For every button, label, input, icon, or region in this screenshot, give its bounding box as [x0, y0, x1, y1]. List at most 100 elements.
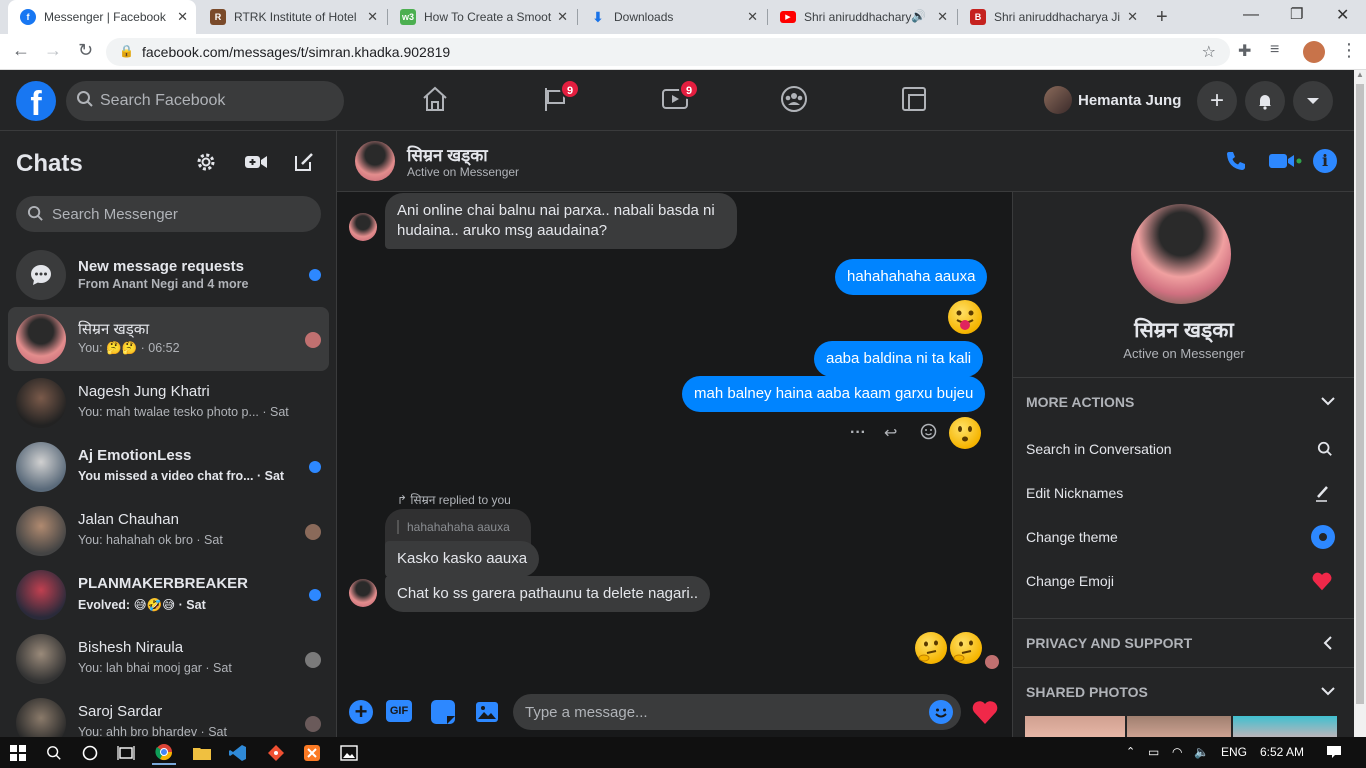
scroll-up-arrow[interactable]: ▲: [1356, 70, 1364, 80]
cortana-icon[interactable]: [78, 741, 102, 765]
phone-call-icon[interactable]: [1225, 150, 1247, 177]
account-menu-button[interactable]: [1293, 81, 1333, 121]
profile-avatar[interactable]: [1303, 41, 1325, 63]
change-theme[interactable]: Change theme: [1013, 515, 1354, 559]
video-call-icon[interactable]: [1268, 152, 1302, 175]
video-call-icon[interactable]: [244, 151, 267, 173]
media-control-icon[interactable]: ≡: [1270, 41, 1279, 59]
react-emoji-icon[interactable]: [920, 423, 937, 445]
task-view-icon[interactable]: [114, 741, 138, 765]
tab-messenger[interactable]: f Messenger | Facebook ✕: [8, 0, 196, 34]
search-facebook-input[interactable]: Search Facebook: [66, 81, 344, 121]
back-icon[interactable]: ←: [12, 40, 30, 61]
tab-aniruddhacharya[interactable]: B Shri aniruddhacharya Ji ✕: [958, 0, 1146, 34]
battery-icon[interactable]: ▭: [1148, 745, 1159, 759]
close-tab-icon[interactable]: ✕: [177, 9, 188, 25]
minimize-icon[interactable]: —: [1243, 6, 1259, 24]
close-tab-icon[interactable]: ✕: [367, 9, 378, 25]
chat-row-bishesh[interactable]: Bishesh Niraula You: lah bhai mooj gar ·…: [8, 627, 329, 691]
chat-row-jalan[interactable]: Jalan Chauhan You: hahahah ok bro · Sat: [8, 499, 329, 563]
windows-start-icon[interactable]: [6, 741, 30, 765]
emoji-picker-icon[interactable]: [929, 700, 953, 724]
git-icon[interactable]: [264, 741, 288, 765]
search-in-conversation[interactable]: Search in Conversation: [1013, 427, 1354, 471]
vscode-icon[interactable]: [226, 741, 250, 765]
address-bar[interactable]: 🔒 facebook.com/messages/t/simran.khadka.…: [106, 38, 1230, 66]
close-tab-icon[interactable]: ✕: [937, 9, 948, 25]
notifications-button[interactable]: [1245, 81, 1285, 121]
gif-icon[interactable]: GIF: [386, 700, 412, 722]
reload-icon[interactable]: ↻: [78, 40, 93, 61]
sticker-icon[interactable]: [431, 700, 455, 724]
speaker-icon[interactable]: 🔊: [911, 9, 926, 23]
create-button[interactable]: +: [1197, 81, 1237, 121]
close-tab-icon[interactable]: ✕: [557, 9, 568, 25]
user-name[interactable]: Hemanta Jung: [1078, 92, 1181, 109]
tab-downloads[interactable]: ⬇ Downloads ✕: [578, 0, 766, 34]
xampp-icon[interactable]: [300, 741, 324, 765]
privacy-support-header[interactable]: PRIVACY AND SUPPORT: [1013, 621, 1354, 665]
outgoing-message[interactable]: hahahahaha aauxa: [835, 259, 988, 295]
edit-nicknames[interactable]: Edit Nicknames: [1013, 471, 1354, 515]
contact-profile-photo[interactable]: [1131, 204, 1231, 304]
search-messenger-input[interactable]: Search Messenger: [16, 196, 321, 232]
more-actions-plus-icon[interactable]: +: [349, 700, 373, 724]
info-icon[interactable]: i: [1313, 149, 1337, 173]
outgoing-message[interactable]: mah balney haina aaba kaam garxu bujeu: [682, 376, 986, 412]
tab-rtrk[interactable]: R RTRK Institute of Hotel ✕: [198, 0, 386, 34]
thinking-emoji[interactable]: [915, 632, 947, 664]
outgoing-message[interactable]: aaba baldina ni ta kali: [814, 341, 984, 377]
forward-icon[interactable]: →: [44, 40, 62, 61]
notifications-icon[interactable]: [1326, 745, 1342, 762]
photos-icon[interactable]: [337, 741, 361, 765]
close-window-icon[interactable]: ✕: [1336, 5, 1349, 25]
chat-row-aj[interactable]: Aj EmotionLess You missed a video chat f…: [8, 435, 329, 499]
tongue-emoji[interactable]: [948, 300, 982, 334]
shared-photo[interactable]: [1233, 716, 1337, 737]
incoming-message[interactable]: Ani online chai balnu nai parxa.. nabali…: [385, 193, 737, 249]
heart-send-icon[interactable]: [971, 699, 999, 730]
bookmark-star-icon[interactable]: ☆: [1202, 42, 1216, 62]
settings-gear-icon[interactable]: [195, 151, 217, 173]
user-avatar[interactable]: [1044, 86, 1072, 114]
language-indicator[interactable]: ENG: [1221, 745, 1247, 759]
search-icon[interactable]: [42, 741, 66, 765]
shared-photo[interactable]: [1025, 716, 1125, 737]
change-emoji[interactable]: Change Emoji: [1013, 559, 1354, 603]
restore-icon[interactable]: ❐: [1290, 5, 1303, 23]
chat-row-nagesh[interactable]: Nagesh Jung Khatri You: mah twalae tesko…: [8, 371, 329, 435]
incoming-message[interactable]: Kasko kasko aauxa: [385, 541, 540, 577]
new-tab-icon[interactable]: +: [1156, 6, 1168, 29]
page-scrollbar[interactable]: ▲: [1354, 70, 1366, 737]
extensions-icon[interactable]: ✚: [1238, 41, 1251, 61]
chat-row-simran[interactable]: सिम्रन खड्का You: 🤔🤔 · 06:52: [8, 307, 329, 371]
chrome-taskbar-icon[interactable]: [152, 741, 176, 765]
contact-name[interactable]: सिम्रन खड्का: [407, 143, 488, 166]
wifi-icon[interactable]: ◠: [1172, 745, 1182, 759]
reply-icon[interactable]: ↩: [884, 423, 897, 443]
no-mouth-emoji[interactable]: [949, 417, 981, 449]
contact-avatar[interactable]: [355, 141, 395, 181]
chat-row-saroj[interactable]: Saroj Sardar You: ahh bro bhardev · Sat: [8, 691, 329, 737]
tray-expand-icon[interactable]: ⌃: [1126, 745, 1135, 758]
file-explorer-icon[interactable]: [190, 741, 214, 765]
clock[interactable]: 6:52 AM: [1260, 745, 1304, 759]
chat-row-planmaker[interactable]: PLANMAKERBREAKER Evolved: 😅🤣😅 · Sat: [8, 563, 329, 627]
tab-youtube[interactable]: ▶ Shri aniruddhachary 🔊 ✕: [768, 0, 956, 34]
thinking-emoji[interactable]: [950, 632, 982, 664]
chrome-menu-icon[interactable]: ⋮: [1340, 40, 1358, 61]
shared-photo[interactable]: [1127, 716, 1231, 737]
home-icon[interactable]: [420, 84, 450, 114]
message-requests-row[interactable]: New message requests From Anant Negi and…: [8, 243, 329, 307]
new-message-icon[interactable]: [293, 151, 315, 173]
shared-photos-header[interactable]: SHARED PHOTOS: [1013, 670, 1354, 714]
close-tab-icon[interactable]: ✕: [1127, 9, 1138, 25]
facebook-logo[interactable]: f: [16, 81, 56, 121]
incoming-message[interactable]: Chat ko ss garera pathaunu ta delete nag…: [385, 576, 711, 612]
tab-w3schools[interactable]: w3 How To Create a Smoot ✕: [388, 0, 576, 34]
message-input[interactable]: Type a message...: [513, 694, 961, 730]
more-options-icon[interactable]: ···: [850, 424, 866, 442]
photo-icon[interactable]: [475, 700, 499, 729]
volume-icon[interactable]: 🔈: [1194, 745, 1209, 759]
groups-icon[interactable]: [779, 84, 809, 114]
